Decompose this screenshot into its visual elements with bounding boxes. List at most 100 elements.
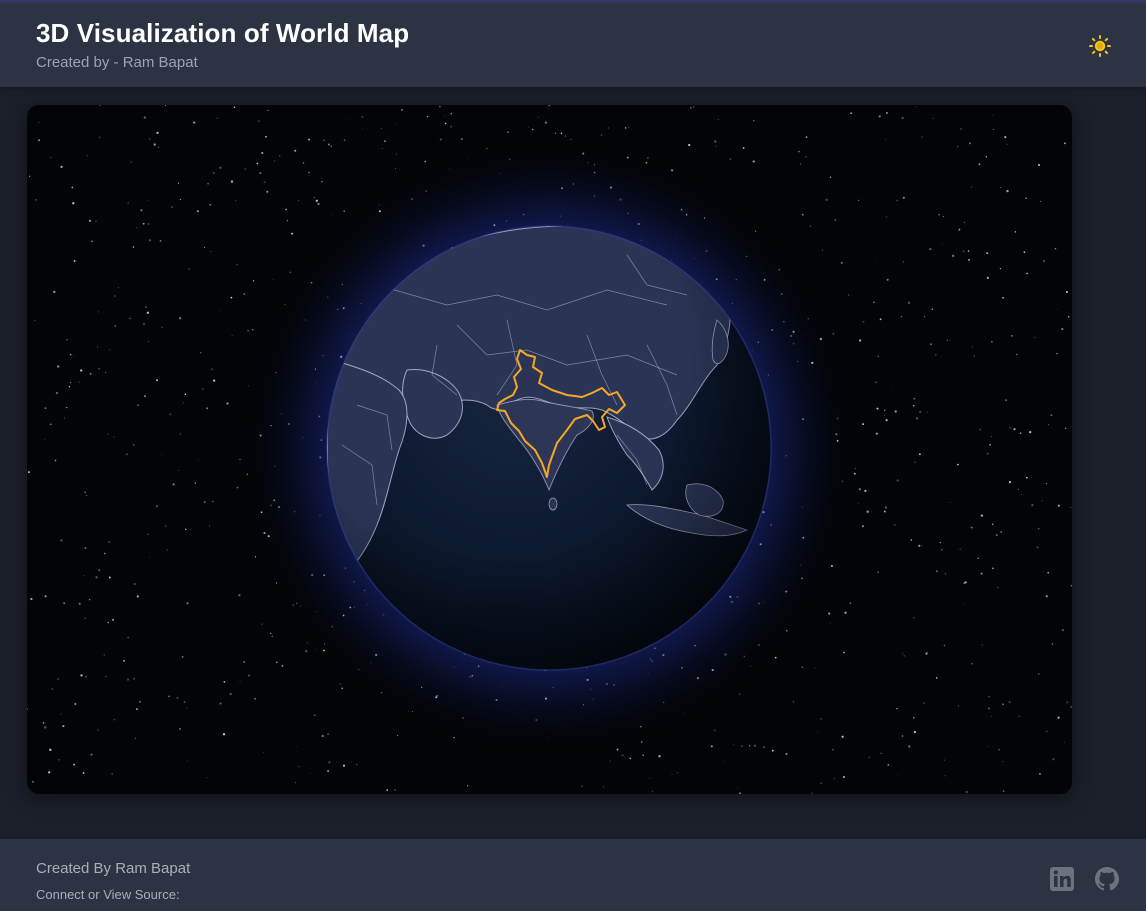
- star: [179, 433, 181, 435]
- star: [317, 202, 320, 206]
- star: [918, 453, 921, 456]
- star: [1048, 424, 1049, 426]
- star: [321, 734, 324, 738]
- star: [356, 764, 358, 766]
- star: [276, 661, 278, 664]
- star: [213, 379, 216, 382]
- star: [328, 761, 331, 764]
- star: [896, 708, 898, 710]
- star: [949, 501, 951, 504]
- star: [645, 161, 648, 164]
- star: [113, 436, 115, 438]
- star: [967, 250, 970, 252]
- star: [342, 764, 346, 767]
- star: [53, 290, 56, 294]
- star: [103, 654, 105, 656]
- star: [944, 573, 947, 575]
- star: [1047, 571, 1049, 574]
- star: [941, 549, 943, 551]
- star: [854, 467, 857, 470]
- star: [82, 772, 85, 774]
- star: [825, 198, 828, 202]
- star: [1026, 272, 1028, 275]
- star: [90, 753, 93, 756]
- star: [1013, 441, 1015, 443]
- star: [1019, 432, 1022, 434]
- star: [642, 754, 644, 756]
- star: [964, 221, 966, 223]
- star: [238, 594, 241, 597]
- star: [1052, 758, 1055, 761]
- star: [1063, 142, 1066, 145]
- star: [308, 138, 310, 141]
- star: [343, 210, 345, 212]
- star: [184, 393, 187, 396]
- star: [960, 128, 962, 130]
- star: [774, 656, 777, 659]
- star: [1023, 251, 1026, 254]
- star: [164, 105, 167, 107]
- star: [940, 355, 942, 357]
- star: [942, 243, 944, 245]
- star: [327, 770, 330, 772]
- star: [395, 124, 397, 125]
- star: [148, 200, 149, 201]
- star: [138, 700, 142, 703]
- star: [267, 109, 269, 112]
- star: [1010, 335, 1013, 337]
- star: [554, 132, 557, 134]
- star: [1061, 628, 1065, 632]
- star: [886, 278, 889, 281]
- star: [88, 219, 92, 222]
- star: [532, 128, 534, 131]
- star: [206, 407, 209, 410]
- star: [844, 611, 847, 614]
- star: [84, 617, 86, 619]
- globe-scene[interactable]: [27, 105, 1072, 794]
- linkedin-link[interactable]: [1049, 866, 1075, 892]
- star: [647, 157, 649, 159]
- star: [913, 730, 917, 734]
- star: [548, 105, 551, 106]
- star: [172, 483, 175, 486]
- star: [27, 708, 29, 710]
- star: [935, 354, 937, 356]
- star: [832, 748, 834, 751]
- star: [239, 459, 241, 461]
- star: [923, 316, 926, 318]
- star: [607, 127, 610, 129]
- star: [762, 746, 766, 749]
- star: [1036, 546, 1039, 549]
- star: [49, 748, 52, 751]
- star: [105, 372, 107, 374]
- star: [236, 264, 238, 266]
- app-footer: Created By Ram Bapat Connect or View Sou…: [0, 839, 1146, 911]
- star: [64, 417, 65, 419]
- star: [1029, 430, 1032, 434]
- star: [805, 155, 807, 158]
- star: [742, 147, 745, 149]
- star: [621, 754, 624, 757]
- star: [916, 417, 918, 420]
- star: [60, 165, 63, 169]
- star: [884, 409, 886, 411]
- star: [986, 746, 988, 748]
- star: [581, 785, 583, 788]
- star: [169, 413, 172, 416]
- github-link[interactable]: [1094, 866, 1120, 892]
- star: [143, 116, 146, 119]
- star: [362, 128, 364, 129]
- star: [858, 488, 861, 491]
- star: [97, 729, 99, 731]
- star: [1065, 427, 1067, 429]
- globe-canvas[interactable]: [27, 105, 1072, 794]
- star: [31, 780, 34, 783]
- star: [1004, 135, 1007, 139]
- star: [331, 214, 333, 216]
- star: [715, 145, 717, 147]
- star: [771, 749, 774, 752]
- star: [247, 329, 249, 332]
- star: [109, 348, 111, 351]
- star: [926, 652, 928, 654]
- theme-toggle-button[interactable]: [1087, 33, 1113, 59]
